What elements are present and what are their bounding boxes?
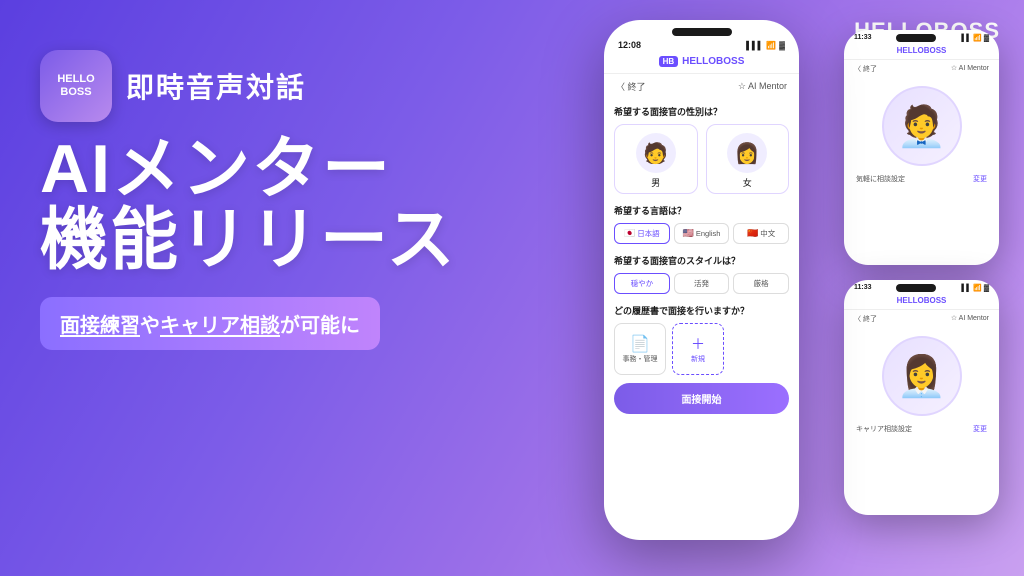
side-top-nav: 〈 終了 ☆ AI Mentor — [844, 60, 999, 78]
resume-label: 事務・管理 — [623, 354, 658, 364]
female-label: 女 — [743, 176, 752, 189]
left-content-area: HELLO BOSS 即時音声対話 AIメンター 機能リリース 面接練習やキャリ… — [40, 50, 480, 350]
lang-english-btn[interactable]: 🇺🇸 English — [674, 223, 730, 244]
app-logo-box: HB — [659, 56, 679, 67]
side-top-mentor: ☆ AI Mentor — [951, 64, 989, 74]
app-name: HELLOBOSS — [682, 56, 744, 67]
side-top-pill — [896, 34, 936, 42]
lang-english-label: English — [696, 229, 721, 238]
status-icons: ▌▌▌ 📶 ▓ — [746, 41, 785, 50]
side-bottom-mentor: ☆ AI Mentor — [951, 314, 989, 324]
side-bottom-pill — [896, 284, 936, 292]
side-top-header: HELLOBOSS — [844, 44, 999, 60]
side-bottom-icons: ▌▌ 📶 ▓ — [961, 284, 989, 292]
cn-flag: 🇨🇳 — [747, 228, 758, 239]
side-bottom-back[interactable]: 〈 終了 — [854, 314, 877, 324]
tagline-end: が可能に — [280, 315, 360, 337]
tagline-part2: キャリア相談 — [160, 315, 280, 337]
phone-header: HB HELLOBOSS — [604, 52, 799, 74]
resume-section: どの履歴書で面接を行いますか？ 📄 事務・管理 ＋ 新規 — [614, 304, 789, 375]
resume-cards: 📄 事務・管理 ＋ 新規 — [614, 323, 789, 375]
style-question: 希望する面接官のスタイルは？ — [614, 254, 789, 267]
jp-flag: 🇯🇵 — [624, 228, 635, 239]
lang-chinese-btn[interactable]: 🇨🇳 中文 — [733, 223, 789, 244]
time-display: 12:08 — [618, 40, 641, 50]
gender-female-card[interactable]: 👩 女 — [706, 124, 790, 194]
phone-side-top: 11:33 ▌▌ 📶 ▓ HELLOBOSS 〈 終了 ☆ AI Mentor … — [844, 30, 999, 265]
side-bottom-setting-row: キャリア相談設定 変更 — [844, 420, 999, 438]
female-avatar: 👩 — [727, 133, 767, 173]
side-bottom-change-btn[interactable]: 変更 — [973, 424, 987, 434]
lang-japanese-label: 日本語 — [637, 228, 660, 239]
lang-chinese-label: 中文 — [760, 228, 775, 239]
subtitle: 即時音声対話 — [126, 66, 306, 106]
wifi-icon: 📶 — [766, 41, 776, 50]
resume-new-card[interactable]: ＋ 新規 — [672, 323, 724, 375]
start-interview-btn[interactable]: 面接開始 — [614, 383, 789, 414]
tagline: 面接練習やキャリア相談が可能に — [60, 315, 360, 337]
male-label: 男 — [651, 176, 660, 189]
side-top-appname: HELLOBOSS — [897, 46, 947, 55]
male-interviewer-avatar: 🧑‍💼 — [882, 86, 962, 166]
tagline-box: 面接練習やキャリア相談が可能に — [40, 297, 380, 350]
logo-row: HELLO BOSS 即時音声対話 — [40, 50, 480, 122]
app-logo: HB HELLOBOSS — [659, 56, 745, 67]
side-bottom-time: 11:33 — [854, 284, 872, 292]
side-top-status: 11:33 ▌▌ 📶 ▓ — [844, 30, 999, 44]
side-bottom-nav: 〈 終了 ☆ AI Mentor — [844, 310, 999, 328]
side-top-setting-row: 気軽に相談設定 変更 — [844, 170, 999, 188]
side-top-change-btn[interactable]: 変更 — [973, 174, 987, 184]
tagline-part1: 面接練習 — [60, 315, 140, 337]
logo-line1: HELLO — [57, 73, 94, 86]
side-bottom-header: HELLOBOSS — [844, 294, 999, 310]
phone-content: 希望する面接官の性別は？ 🧑 男 👩 女 希望する言語は？ 🇯🇵 日本語 — [604, 99, 799, 420]
logo-line2: BOSS — [60, 86, 91, 99]
helloboss-logo: HELLO BOSS — [40, 50, 112, 122]
plus-icon: ＋ — [691, 334, 705, 354]
language-row: 🇯🇵 日本語 🇺🇸 English 🇨🇳 中文 — [614, 223, 789, 244]
phone-main: 12:08 ▌▌▌ 📶 ▓ HB HELLOBOSS 〈 終了 ☆ AI Men… — [604, 20, 799, 540]
male-avatar: 🧑 — [636, 133, 676, 173]
gender-male-card[interactable]: 🧑 男 — [614, 124, 698, 194]
phone-notch — [672, 28, 732, 36]
language-question: 希望する言語は？ — [614, 204, 789, 217]
lang-japanese-btn[interactable]: 🇯🇵 日本語 — [614, 223, 670, 244]
style-gentle-btn[interactable]: 穏やか — [614, 273, 670, 294]
title-line1: AIメンター — [40, 134, 480, 205]
tagline-mid: や — [140, 315, 160, 337]
doc-icon: 📄 — [630, 334, 650, 354]
style-row: 穏やか 活発 厳格 — [614, 273, 789, 294]
side-bottom-avatar-area: 👩‍💼 — [844, 328, 999, 420]
phones-area: 12:08 ▌▌▌ 📶 ▓ HB HELLOBOSS 〈 終了 ☆ AI Men… — [584, 20, 1004, 560]
side-bottom-status: 11:33 ▌▌ 📶 ▓ — [844, 280, 999, 294]
style-strict-btn[interactable]: 厳格 — [733, 273, 789, 294]
gender-row: 🧑 男 👩 女 — [614, 124, 789, 194]
battery-icon: ▓ — [779, 41, 785, 50]
status-bar: 12:08 ▌▌▌ 📶 ▓ — [604, 36, 799, 52]
style-active-btn[interactable]: 活発 — [674, 273, 730, 294]
side-bottom-appname: HELLOBOSS — [897, 296, 947, 305]
title-line2: 機能リリース — [40, 205, 480, 276]
resume-question: どの履歴書で面接を行いますか？ — [614, 304, 789, 317]
side-bottom-setting-label: キャリア相談設定 — [856, 424, 912, 434]
nav-back[interactable]: 〈 終了 — [616, 80, 646, 93]
phone-side-bottom: 11:33 ▌▌ 📶 ▓ HELLOBOSS 〈 終了 ☆ AI Mentor … — [844, 280, 999, 515]
side-top-icons: ▌▌ 📶 ▓ — [961, 34, 989, 42]
main-title: AIメンター 機能リリース — [40, 134, 480, 277]
gender-question: 希望する面接官の性別は？ — [614, 105, 789, 118]
female-interviewer-avatar: 👩‍💼 — [882, 336, 962, 416]
resume-existing-card[interactable]: 📄 事務・管理 — [614, 323, 666, 375]
signal-icon: ▌▌▌ — [746, 41, 763, 50]
side-top-back[interactable]: 〈 終了 — [854, 64, 877, 74]
en-flag: 🇺🇸 — [683, 228, 694, 239]
resume-new-label: 新規 — [691, 354, 705, 364]
side-top-time: 11:33 — [854, 34, 872, 42]
side-top-setting-label: 気軽に相談設定 — [856, 174, 905, 184]
nav-mentor: ☆ AI Mentor — [738, 81, 787, 92]
phone-nav: 〈 終了 ☆ AI Mentor — [604, 74, 799, 99]
side-top-avatar-area: 🧑‍💼 — [844, 78, 999, 170]
